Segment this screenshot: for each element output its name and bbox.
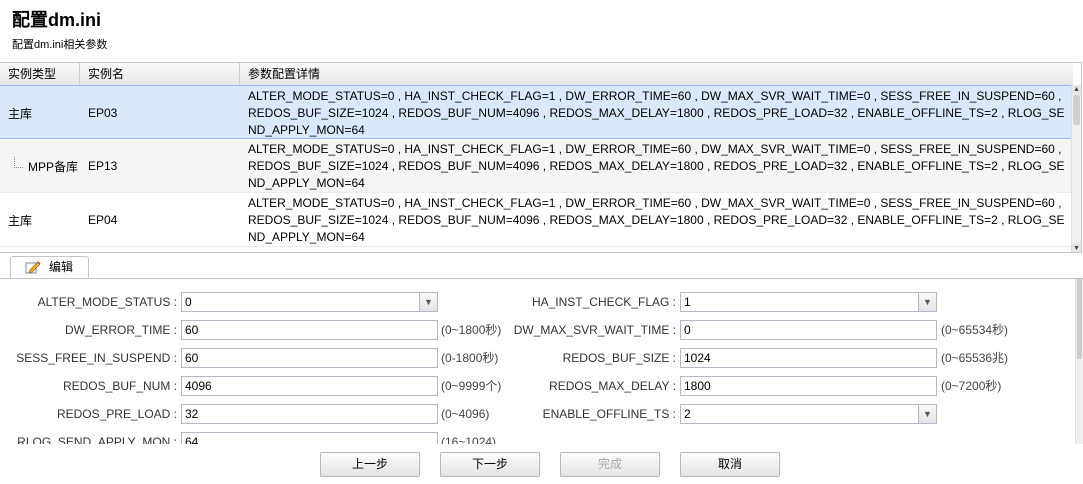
column-header-name[interactable]: 实例名 xyxy=(80,63,240,85)
cancel-button[interactable]: 取消 xyxy=(680,452,780,477)
chevron-down-icon[interactable]: ▼ xyxy=(918,293,936,311)
column-header-type[interactable]: 实例类型 xyxy=(0,63,80,85)
dw-error-time-hint: (0~1800秒) xyxy=(441,323,502,337)
alter-mode-status-value: 0 xyxy=(185,295,192,309)
redos-buf-size-hint: (0~65536兆) xyxy=(941,351,1009,365)
dw-error-time-input[interactable]: 60 xyxy=(181,320,438,340)
redos-pre-load-hint: (0~4096) xyxy=(441,407,490,421)
tab-bar: 编辑 xyxy=(0,253,1083,279)
tab-label: 编辑 xyxy=(49,260,74,274)
ha-inst-check-flag-value: 1 xyxy=(684,295,691,309)
param-detail-cell: ALTER_MODE_STATUS=0 , HA_INST_CHECK_FLAG… xyxy=(248,195,1065,244)
instance-name-cell: EP04 xyxy=(88,213,118,227)
scrollbar-thumb[interactable] xyxy=(1073,95,1080,125)
chevron-down-icon[interactable]: ▼ xyxy=(419,293,437,311)
redos-buf-num-input[interactable]: 4096 xyxy=(181,376,438,396)
scroll-up-icon[interactable]: ▲ xyxy=(1072,85,1081,94)
page-title: 配置dm.ini xyxy=(12,10,101,30)
sess-free-in-suspend-input[interactable]: 60 xyxy=(181,348,438,368)
table-row[interactable]: 主库 EP03 ALTER_MODE_STATUS=0 , HA_INST_CH… xyxy=(0,85,1073,139)
alter-mode-status-select[interactable]: 0 ▼ xyxy=(181,292,438,312)
pencil-icon xyxy=(25,261,41,274)
sess-free-in-suspend-hint: (0-1800秒) xyxy=(441,351,499,365)
redos-buf-num-label: REDOS_BUF_NUM : xyxy=(62,379,177,393)
redos-buf-num-hint: (0~9999个) xyxy=(441,379,502,393)
next-step-button[interactable]: 下一步 xyxy=(440,452,540,477)
redos-pre-load-input[interactable]: 32 xyxy=(181,404,438,424)
redos-pre-load-label: REDOS_PRE_LOAD : xyxy=(56,407,177,421)
param-detail-cell: ALTER_MODE_STATUS=0 , HA_INST_CHECK_FLAG… xyxy=(248,141,1065,190)
scrollbar-thumb[interactable] xyxy=(1077,279,1082,359)
table-row[interactable]: 主库 EP04 ALTER_MODE_STATUS=0 , HA_INST_CH… xyxy=(0,193,1073,247)
instance-type-cell: 主库 xyxy=(8,213,33,228)
sess-free-in-suspend-label: SESS_FREE_IN_SUSPEND : xyxy=(16,351,177,365)
enable-offline-ts-value: 2 xyxy=(684,407,691,421)
redos-max-delay-hint: (0~7200秒) xyxy=(941,379,1002,393)
finish-button[interactable]: 完成 xyxy=(560,452,660,477)
instance-type-cell: 主库 xyxy=(8,106,33,121)
redos-buf-size-input[interactable]: 1024 xyxy=(680,348,937,368)
column-header-detail[interactable]: 参数配置详情 xyxy=(240,63,1073,85)
page-subtitle: 配置dm.ini相关参数 xyxy=(12,39,108,51)
rlog-send-apply-mon-hint: (16~1024) xyxy=(441,435,497,444)
form-scrollbar[interactable] xyxy=(1075,279,1083,444)
param-detail-cell: ALTER_MODE_STATUS=0 , HA_INST_CHECK_FLAG… xyxy=(248,88,1065,137)
rlog-send-apply-mon-input[interactable]: 64 xyxy=(181,432,438,444)
tab-edit[interactable]: 编辑 xyxy=(10,256,89,278)
ha-inst-check-flag-select[interactable]: 1 ▼ xyxy=(680,292,937,312)
dw-max-svr-wait-time-label: DW_MAX_SVR_WAIT_TIME : xyxy=(513,323,676,337)
edit-form: ALTER_MODE_STATUS : 0 ▼ HA_INST_CHECK_FL… xyxy=(0,279,1083,444)
instance-type-cell: MPP备库 xyxy=(28,159,79,174)
chevron-down-icon[interactable]: ▼ xyxy=(918,405,936,423)
instance-grid: 实例类型 实例名 参数配置详情 主库 EP03 ALTER_MODE_STATU… xyxy=(0,62,1082,253)
instance-name-cell: EP13 xyxy=(88,159,118,173)
grid-scrollbar[interactable]: ▲ ▼ xyxy=(1071,85,1081,252)
enable-offline-ts-select[interactable]: 2 ▼ xyxy=(680,404,937,424)
grid-header: 实例类型 实例名 参数配置详情 xyxy=(0,63,1073,86)
page-header: 配置dm.ini 配置dm.ini相关参数 xyxy=(12,8,107,52)
instance-name-cell: EP03 xyxy=(88,106,118,120)
table-row[interactable]: MPP备库 EP13 ALTER_MODE_STATUS=0 , HA_INST… xyxy=(0,139,1073,193)
redos-buf-size-label: REDOS_BUF_SIZE : xyxy=(562,351,676,365)
alter-mode-status-label: ALTER_MODE_STATUS : xyxy=(37,295,177,309)
enable-offline-ts-label: ENABLE_OFFLINE_TS : xyxy=(542,407,676,421)
redos-max-delay-label: REDOS_MAX_DELAY : xyxy=(549,379,676,393)
redos-max-delay-input[interactable]: 1800 xyxy=(680,376,937,396)
dw-max-svr-wait-time-hint: (0~65534秒) xyxy=(941,323,1009,337)
dw-max-svr-wait-time-input[interactable]: 0 xyxy=(680,320,937,340)
scroll-down-icon[interactable]: ▼ xyxy=(1072,244,1081,252)
ha-inst-check-flag-label: HA_INST_CHECK_FLAG : xyxy=(531,295,676,309)
prev-step-button[interactable]: 上一步 xyxy=(320,452,420,477)
rlog-send-apply-mon-label: RLOG_SEND_APPLY_MON : xyxy=(17,435,177,444)
dw-error-time-label: DW_ERROR_TIME : xyxy=(64,323,177,337)
